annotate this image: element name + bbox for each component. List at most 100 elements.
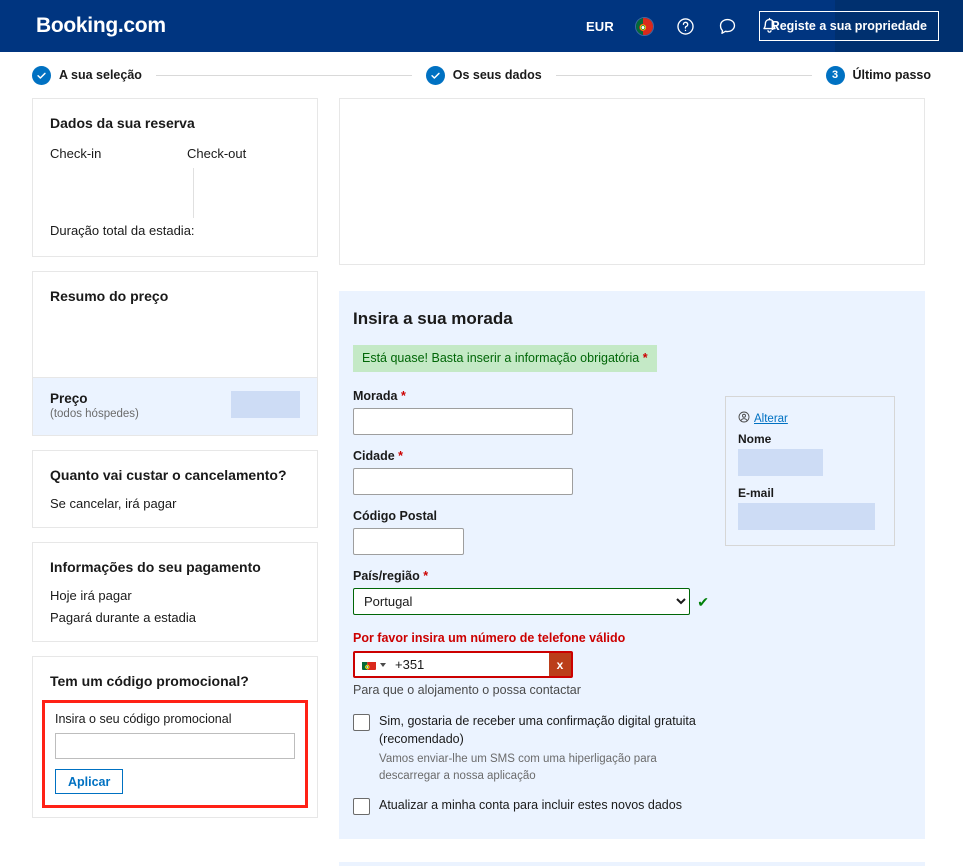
sidebar: Dados da sua reserva Check-in Check-out … [32,98,318,818]
step-a-sua-selecao[interactable]: A sua seleção [32,65,142,85]
digital-confirmation-sublabel: Vamos enviar-lhe um SMS com uma hiperlig… [379,753,657,782]
postal-field-label: Código Postal [353,509,438,523]
page-content: Dados da sua reserva Check-in Check-out … [0,98,963,866]
account-name-value [738,449,823,476]
checkout-stepper: A sua seleção Os seus dados 3 Último pas… [0,52,963,98]
update-account-label: Atualizar a minha conta para incluir est… [379,798,682,813]
digital-confirmation-label: Sim, gostaria de receber uma confirmação… [379,714,696,746]
phone-country-selector[interactable] [355,653,391,676]
alert-text: Está quase! Basta inserir a informação o… [362,351,640,365]
phone-input-group: x [353,651,573,678]
checkin-block: Check-in [50,146,175,223]
dates-divider [193,168,194,218]
site-header: Booking.com EUR Registe a sua propriedad… [0,0,963,52]
price-total-row: Preço (todos hóspedes) [33,377,317,435]
address-fields: Morada * Cidade * Código Postal País/reg… [353,389,709,821]
phone-number-input[interactable] [391,653,549,676]
chat-bubble-icon[interactable] [717,16,738,37]
promo-title: Tem um código promocional? [50,673,249,689]
payment-info-card: Informações do seu pagamento Hoje irá pa… [32,542,318,642]
cancellation-card: Quanto vai custar o cancelamento? Se can… [32,450,318,528]
main-column: Insira a sua morada Está quase! Basta in… [339,98,925,866]
step-ultimo-passo[interactable]: 3 Último passo [825,65,932,85]
required-marker: * [400,389,406,403]
user-circle-icon [738,410,750,428]
account-name-label: Nome [738,432,772,446]
checkout-value [187,161,290,223]
account-email-label: E-mail [738,486,775,500]
account-email-value [738,503,875,530]
promo-highlight-box: Insira o seu código promocional Aplicar [42,700,308,808]
booking-details-card: Dados da sua reserva Check-in Check-out … [32,98,318,257]
address-label-text: Morada [353,389,398,403]
alter-link[interactable]: Alterar [754,413,788,425]
price-breakdown-body [50,317,300,377]
required-marker: * [423,569,429,583]
total-stay-label: Duração total da estadia: [50,223,195,238]
portugal-flag-icon [362,660,376,670]
stepper-connector [555,74,812,76]
phone-hint: Para que o alojamento o possa contactar [353,683,581,697]
price-summary-title: Resumo do preço [50,288,169,304]
alert-required-marker: * [642,351,648,365]
pay-now-card: Pagará agora em Booking.com Booking.com … [339,862,925,866]
checkout-label: Check-out [187,146,247,161]
price-sublabel: (todos hóspedes) [50,408,139,420]
digital-confirmation-checkbox[interactable] [353,714,370,731]
question-circle-icon[interactable] [675,16,696,37]
stepper-connector [155,74,412,76]
price-label: Preço [50,391,88,406]
digital-confirmation-checkbox-row[interactable]: Sim, gostaria de receber uma confirmação… [353,713,709,784]
address-field-label: Morada * [353,389,709,403]
promo-code-card: Tem um código promocional? Insira o seu … [32,656,318,818]
required-info-alert: Está quase! Basta inserir a informação o… [353,345,657,372]
cancellation-line: Se cancelar, irá pagar [50,496,177,511]
payment-info-title: Informações do seu pagamento [50,559,261,575]
chevron-down-icon [380,662,386,667]
address-form-card: Insira a sua morada Está quase! Basta in… [339,291,925,840]
promo-code-input[interactable] [55,733,295,759]
property-summary-card [339,98,925,265]
required-marker: * [398,449,404,463]
register-property-button[interactable]: Registe a sua propriedade [758,11,939,41]
step-label: Último passo [852,68,932,82]
promo-field-label: Insira o seu código promocional [55,712,232,726]
price-value [231,391,300,418]
country-label-text: País/região [353,569,420,583]
account-summary-box: Alterar Nome E-mail [725,396,895,546]
alter-account-row[interactable]: Alterar [738,410,882,428]
city-field-label: Cidade * [353,449,709,463]
city-input[interactable] [353,468,573,495]
step-os-seus-dados[interactable]: Os seus dados [425,65,542,85]
address-form-title: Insira a sua morada [353,309,513,328]
check-icon [425,65,445,85]
country-select-row: Portugal ✔ [353,588,709,615]
payment-info-line-2: Pagará durante a estadia [50,610,196,625]
step-number-badge: 3 [825,65,845,85]
address-form-body: Morada * Cidade * Código Postal País/reg… [353,389,904,821]
booking-details-title: Dados da sua reserva [50,115,195,131]
checkin-label: Check-in [50,146,102,161]
currency-selector[interactable]: EUR [586,19,614,34]
postal-code-input[interactable] [353,528,464,555]
address-input[interactable] [353,408,573,435]
clear-phone-button[interactable]: x [549,653,571,676]
city-label-text: Cidade [353,449,395,463]
country-field-label: País/região * [353,569,709,583]
portugal-flag-icon[interactable] [635,16,654,36]
cancellation-title: Quanto vai custar o cancelamento? [50,467,287,483]
phone-error-label: Por favor insira um número de telefone v… [353,631,626,645]
check-icon [32,65,51,85]
step-label: A sua seleção [59,68,142,82]
step-label: Os seus dados [452,68,542,82]
promo-apply-button[interactable]: Aplicar [55,769,124,794]
price-summary-card: Resumo do preço Preço (todos hóspedes) [32,271,318,436]
check-icon: ✔ [697,593,709,610]
update-account-checkbox[interactable] [353,798,370,816]
booking-logo[interactable]: Booking.com [36,14,166,38]
payment-info-line-1: Hoje irá pagar [50,588,132,603]
update-account-checkbox-row[interactable]: Atualizar a minha conta para incluir est… [353,797,709,816]
checkin-value [50,161,165,223]
country-select[interactable]: Portugal [353,588,691,615]
dates-row: Check-in Check-out [50,146,300,223]
